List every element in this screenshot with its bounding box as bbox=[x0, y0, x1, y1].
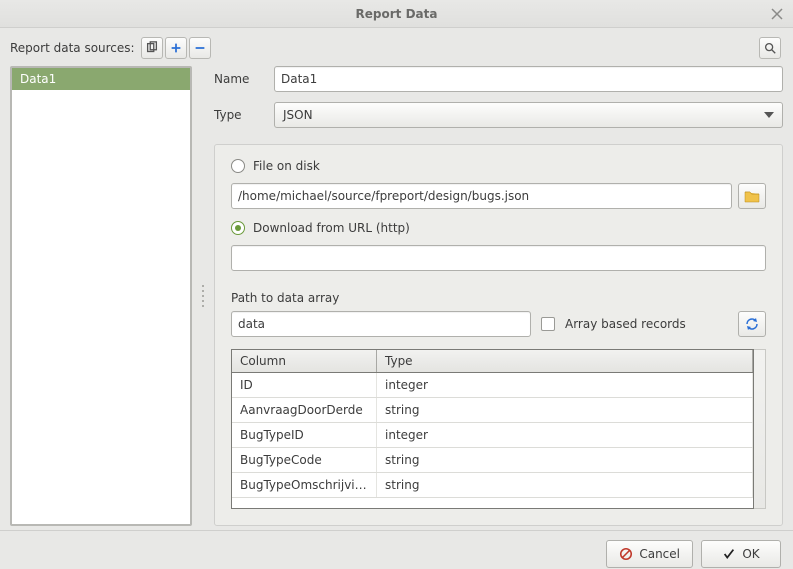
table-row[interactable]: AanvraagDoorDerde string bbox=[232, 398, 753, 423]
columns-table: Column Type ID integer AanvraagDoorDerde… bbox=[231, 349, 754, 509]
remove-source-button[interactable] bbox=[189, 37, 211, 59]
sources-list[interactable]: Data1 bbox=[10, 66, 192, 526]
type-select-value: JSON bbox=[283, 108, 313, 122]
name-input[interactable] bbox=[274, 66, 783, 92]
table-row[interactable]: BugTypeCode string bbox=[232, 448, 753, 473]
splitter-handle[interactable] bbox=[200, 66, 206, 526]
preview-button[interactable] bbox=[759, 37, 781, 59]
title-bar: Report Data bbox=[0, 0, 793, 28]
table-row[interactable]: ID integer bbox=[232, 373, 753, 398]
array-records-label: Array based records bbox=[565, 317, 686, 331]
ok-button-label: OK bbox=[742, 547, 759, 561]
array-records-checkbox[interactable] bbox=[541, 317, 555, 331]
columns-header-type[interactable]: Type bbox=[377, 350, 753, 372]
download-url-label: Download from URL (http) bbox=[253, 221, 410, 235]
ok-button[interactable]: OK bbox=[701, 540, 781, 568]
browse-file-button[interactable] bbox=[738, 183, 766, 209]
refresh-columns-button[interactable] bbox=[738, 311, 766, 337]
close-icon[interactable] bbox=[769, 6, 785, 22]
file-path-input[interactable] bbox=[231, 183, 732, 209]
dialog-footer: Cancel OK bbox=[0, 530, 793, 569]
table-row[interactable]: BugTypeOmschrijving string bbox=[232, 473, 753, 498]
chevron-down-icon bbox=[764, 112, 774, 118]
path-to-array-input[interactable] bbox=[231, 311, 531, 337]
name-label: Name bbox=[214, 72, 274, 86]
columns-scrollbar[interactable] bbox=[754, 349, 766, 509]
add-source-button[interactable] bbox=[165, 37, 187, 59]
file-on-disk-radio[interactable] bbox=[231, 159, 245, 173]
sources-list-item[interactable]: Data1 bbox=[12, 68, 190, 90]
download-url-radio[interactable] bbox=[231, 221, 245, 235]
url-input[interactable] bbox=[231, 245, 766, 271]
details-pane: Name Type JSON File on disk bbox=[214, 66, 783, 526]
toolbar-row: Report data sources: bbox=[10, 36, 783, 60]
copy-source-button[interactable] bbox=[141, 37, 163, 59]
sources-label: Report data sources: bbox=[10, 41, 135, 55]
columns-header-column[interactable]: Column bbox=[232, 350, 377, 372]
cancel-button[interactable]: Cancel bbox=[606, 540, 693, 568]
file-on-disk-label: File on disk bbox=[253, 159, 320, 173]
type-select[interactable]: JSON bbox=[274, 102, 783, 128]
json-settings-panel: File on disk Download from URL (http) Pa… bbox=[214, 144, 783, 526]
path-to-array-label: Path to data array bbox=[231, 291, 766, 305]
window-title: Report Data bbox=[356, 7, 438, 21]
cancel-button-label: Cancel bbox=[639, 547, 680, 561]
type-label: Type bbox=[214, 108, 274, 122]
table-row[interactable]: BugTypeID integer bbox=[232, 423, 753, 448]
